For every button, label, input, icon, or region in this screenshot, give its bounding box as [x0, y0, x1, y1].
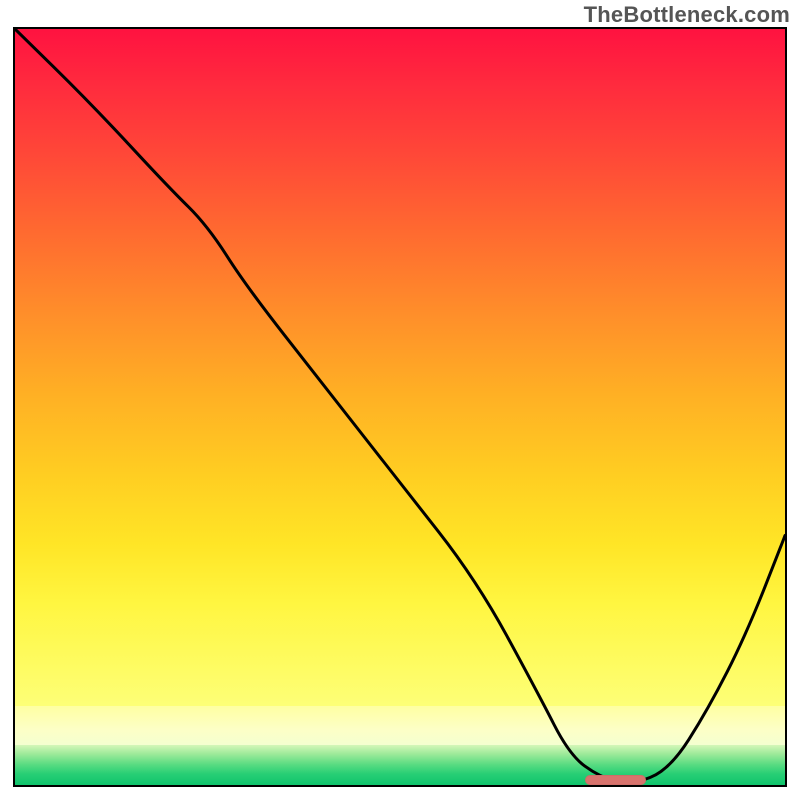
watermark-text: TheBottleneck.com — [584, 2, 790, 28]
plot-area — [13, 27, 787, 787]
bottleneck-curve — [15, 29, 785, 785]
chart-stage: TheBottleneck.com — [0, 0, 800, 800]
optimal-range-marker — [585, 775, 647, 785]
